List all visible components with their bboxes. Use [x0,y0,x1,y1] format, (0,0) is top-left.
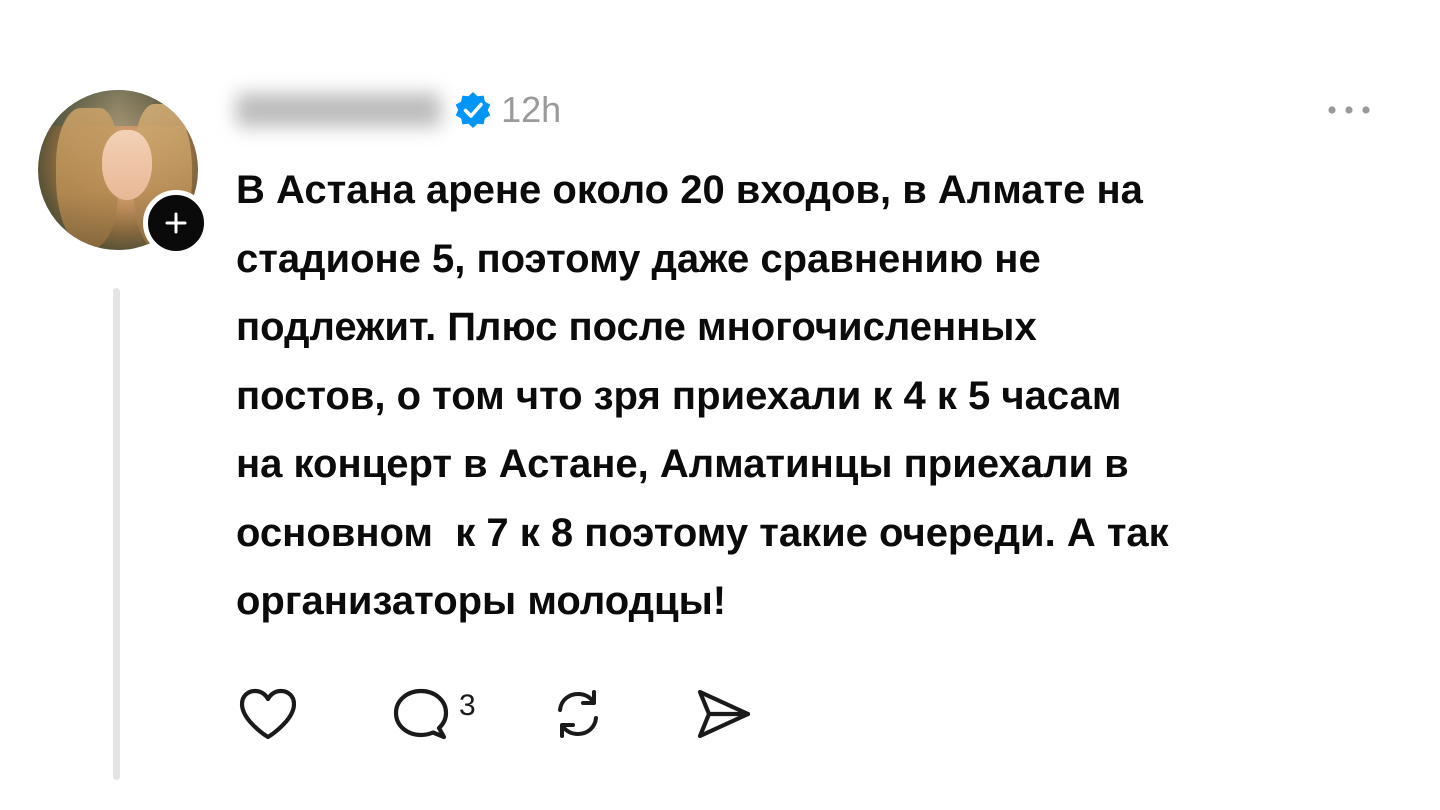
reply-button[interactable]: 3 [393,682,476,746]
like-button[interactable] [238,682,298,746]
post-text-line: стадионе 5, поэтому даже сравнению не [236,236,1041,281]
reply-count: 3 [459,689,476,722]
thread-line [113,288,120,780]
username[interactable]: aimure2222 [236,93,442,127]
repost-button[interactable] [548,682,608,746]
post-text-line: основном к 7 к 8 поэтому такие очереди. … [236,510,1169,555]
post-text-line: В Астана арене около 20 входов, в Алмате… [236,168,1143,212]
share-button[interactable] [694,682,752,746]
post-text-line: организаторы молодцы! [236,579,727,623]
verified-badge-icon [453,90,493,130]
follow-button[interactable] [143,190,209,256]
plus-icon [165,212,187,234]
post-text-line: подлежит. Плюс после многочисленных [236,305,1037,349]
avatar-container[interactable] [38,90,209,256]
threads-post: aimure2222 12h В Астана арене около 20 в… [0,0,1440,810]
more-horizontal-icon [1328,106,1370,114]
post-text: В Астана арене около 20 входов, в Алмате… [236,156,1406,636]
speech-bubble-icon [393,688,449,740]
heart-icon [239,688,297,740]
send-icon [697,689,750,739]
post-header: aimure2222 12h [236,84,561,136]
post-text-line: постов, о том что зря приехали к 4 к 5 ч… [236,373,1122,418]
more-options-button[interactable] [1324,92,1374,128]
post-actions: 3 [238,682,752,746]
post-text-line: на концерт в Астане, Алматинцы приехали … [236,442,1129,486]
repost-icon [557,690,598,738]
post-time: 12h [501,89,562,130]
